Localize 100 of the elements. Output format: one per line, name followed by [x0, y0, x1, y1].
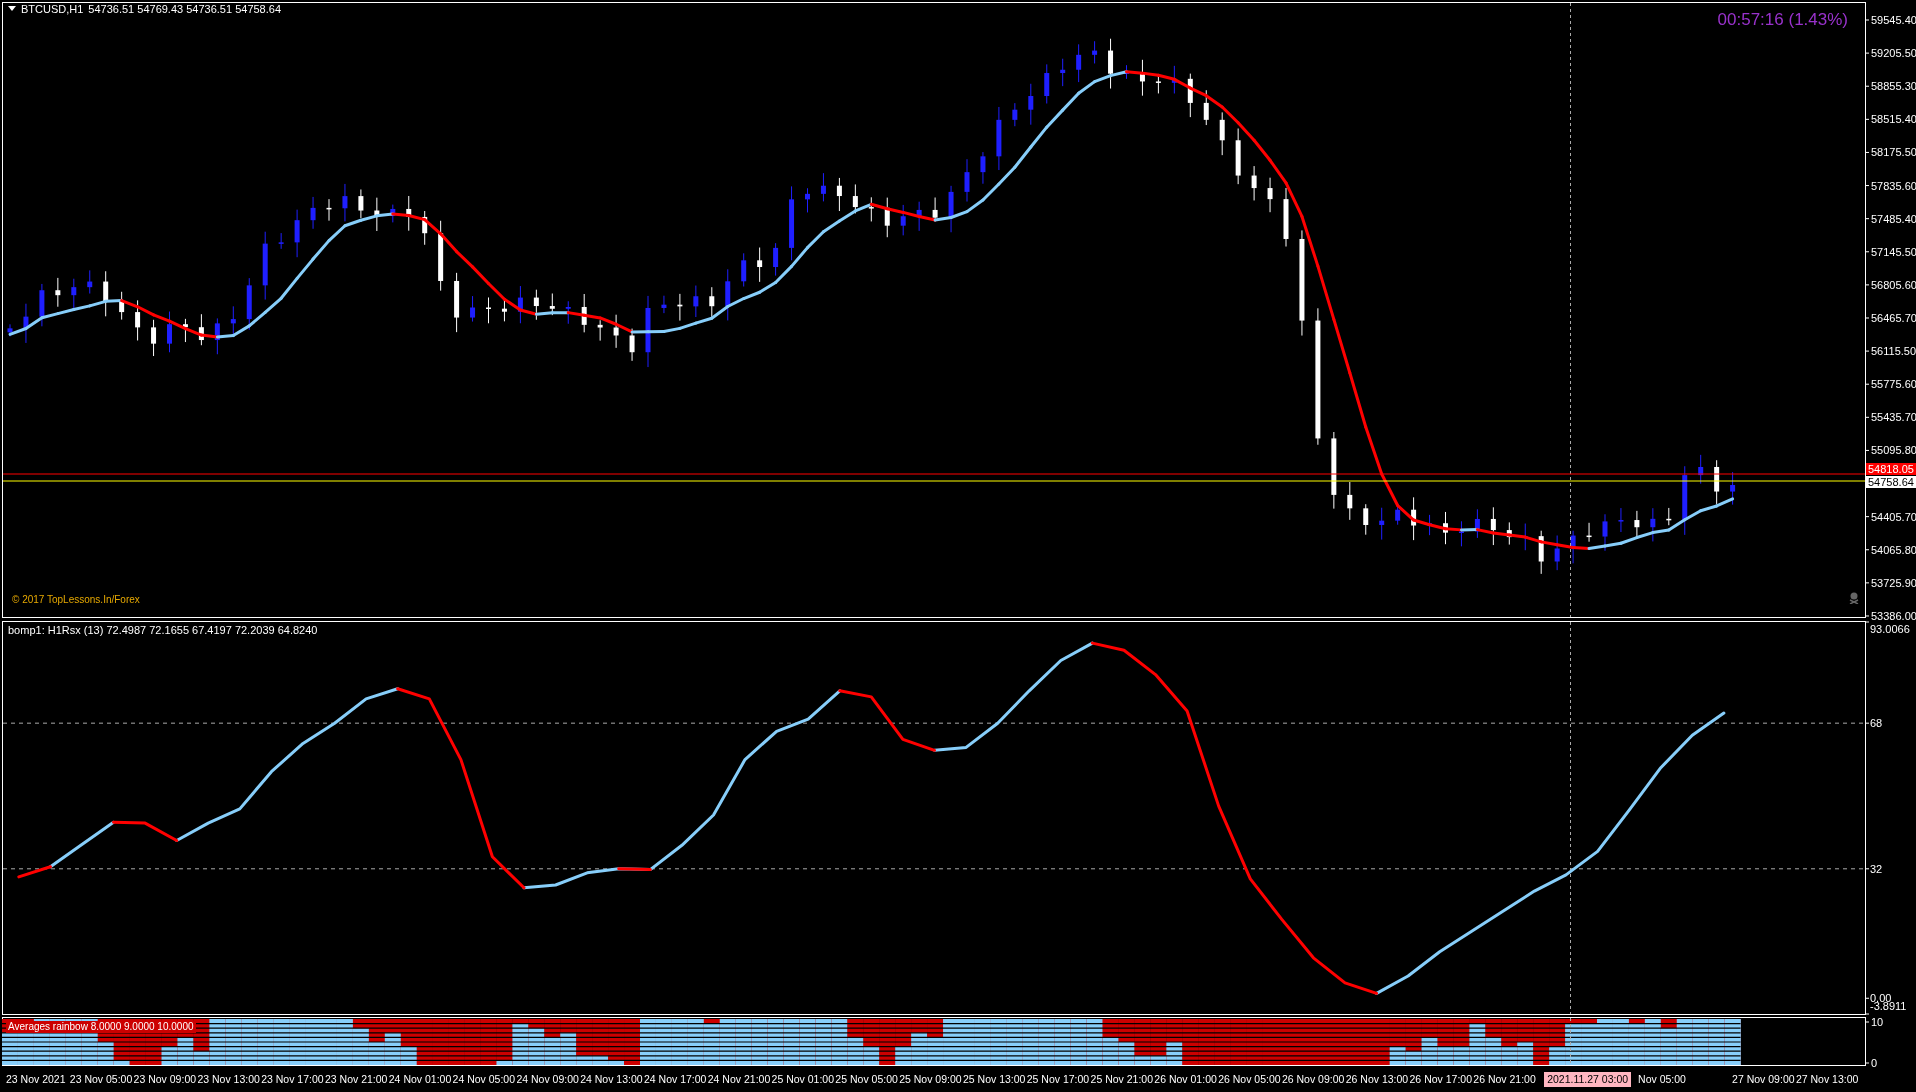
dropdown-icon[interactable] — [8, 6, 16, 12]
candle — [182, 318, 188, 343]
candle — [820, 172, 826, 202]
time-label: 26 Nov 01:00 — [1153, 1072, 1216, 1087]
candle — [438, 220, 444, 292]
candle — [39, 283, 45, 327]
time-label: 24 Nov 17:00 — [642, 1072, 705, 1087]
candle — [55, 277, 61, 308]
candle — [246, 277, 252, 331]
candle — [757, 247, 763, 283]
quote-text: 54736.51 54769.43 54736.51 54758.64 — [88, 3, 282, 15]
candle — [1602, 513, 1608, 552]
candle — [1235, 128, 1241, 185]
indicator-title: Averages rainbow 8.0000 9.0000 10.0000 — [6, 1021, 196, 1033]
candle — [964, 158, 970, 203]
candle — [71, 278, 77, 310]
price-label: 57145.50 — [1871, 245, 1916, 258]
time-label: 24 Nov 09:00 — [515, 1072, 578, 1087]
time-label: 25 Nov 13:00 — [961, 1072, 1024, 1087]
price-label: 56465.70 — [1871, 312, 1916, 324]
price-label: 57485.40 — [1871, 212, 1916, 225]
candle — [454, 272, 460, 333]
candle — [805, 187, 810, 213]
indicator-title: bomp1: H1Rsx (13) 72.4987 72.1655 67.4197 72.2039 64.8240 — [8, 624, 318, 636]
candle — [358, 188, 364, 219]
candle — [87, 269, 93, 294]
price-label: 55435.70 — [1871, 411, 1916, 424]
candle — [1474, 508, 1480, 539]
candle — [1666, 507, 1672, 526]
candle — [1443, 511, 1448, 545]
candle — [1506, 521, 1512, 546]
time-label: 26 Nov 09:00 — [1280, 1072, 1343, 1087]
candle — [470, 295, 476, 323]
time-label: 26 Nov 05:00 — [1217, 1072, 1279, 1087]
candle — [294, 209, 300, 258]
bar-timer: 00:57:16 (1.43%) — [1717, 10, 1848, 30]
candle — [565, 300, 571, 325]
axis-label: 32 — [1870, 862, 1883, 875]
candle — [326, 198, 332, 222]
candle — [581, 293, 587, 333]
candle — [1618, 507, 1624, 533]
candle — [517, 285, 523, 324]
candle — [1650, 507, 1656, 542]
time-label: 25 Nov 05:00 — [834, 1072, 897, 1087]
time-label: 25 Nov 21:00 — [1089, 1072, 1152, 1087]
price-label: 53725.90 — [1871, 576, 1916, 589]
price-tag: 54758.64 — [1866, 476, 1916, 488]
time-label: 23 Nov 21:00 — [324, 1072, 386, 1087]
candle — [278, 232, 284, 250]
candle — [23, 303, 29, 344]
time-label: Nov 05:00 — [1637, 1072, 1687, 1087]
candle — [836, 177, 842, 212]
candle — [151, 319, 157, 357]
time-label: 25 Nov 01:00 — [770, 1072, 833, 1087]
candle — [1570, 530, 1576, 564]
time-label: 25 Nov 17:00 — [1025, 1072, 1088, 1087]
candle — [310, 196, 316, 230]
candle — [661, 295, 667, 314]
cursor-time-label: 2021.11.27 03:00 — [1544, 1071, 1632, 1087]
candle — [422, 210, 428, 246]
time-label: 27 Nov 13:00 — [1794, 1072, 1857, 1087]
candle — [980, 151, 986, 185]
candle — [948, 185, 954, 233]
axis-label: 10 — [1871, 1016, 1884, 1028]
candle — [230, 305, 236, 335]
candle — [342, 183, 348, 222]
candle — [119, 291, 125, 321]
candle — [135, 299, 141, 341]
candle — [1554, 535, 1560, 571]
candle — [1538, 530, 1544, 575]
price-label: 56115.50 — [1871, 345, 1916, 358]
copyright-text: © 2017 TopLessons.In/Forex — [12, 594, 140, 605]
time-label: 26 Nov 17:00 — [1408, 1072, 1471, 1087]
price-label: 59545.40 — [1871, 14, 1916, 26]
candle — [709, 286, 715, 318]
candle — [1187, 73, 1193, 118]
candle — [1490, 506, 1496, 546]
time-label: 23 Nov 13:00 — [196, 1072, 259, 1087]
candle — [868, 196, 874, 222]
candle — [1251, 165, 1257, 201]
candle — [1267, 177, 1273, 213]
time-label: 24 Nov 05:00 — [451, 1072, 514, 1087]
candle — [1124, 64, 1129, 80]
candle — [1012, 102, 1018, 127]
candle — [1028, 83, 1034, 126]
candle — [1044, 63, 1050, 104]
price-label: 54405.70 — [1871, 510, 1916, 523]
candle — [773, 242, 779, 277]
time-label: 23 Nov 05:00 — [68, 1072, 131, 1087]
price-label: 53386.00 — [1871, 610, 1916, 620]
candle — [103, 270, 109, 317]
symbol-label: BTCUSD,H1 — [21, 3, 84, 15]
candle — [932, 197, 938, 223]
candle — [1634, 510, 1640, 539]
candle — [1411, 496, 1417, 541]
candle — [1379, 507, 1385, 541]
candle — [1108, 38, 1114, 90]
time-label: 25 Nov 09:00 — [898, 1072, 960, 1087]
candle — [1060, 58, 1066, 87]
axis-label: 93.0066 — [1870, 623, 1910, 635]
